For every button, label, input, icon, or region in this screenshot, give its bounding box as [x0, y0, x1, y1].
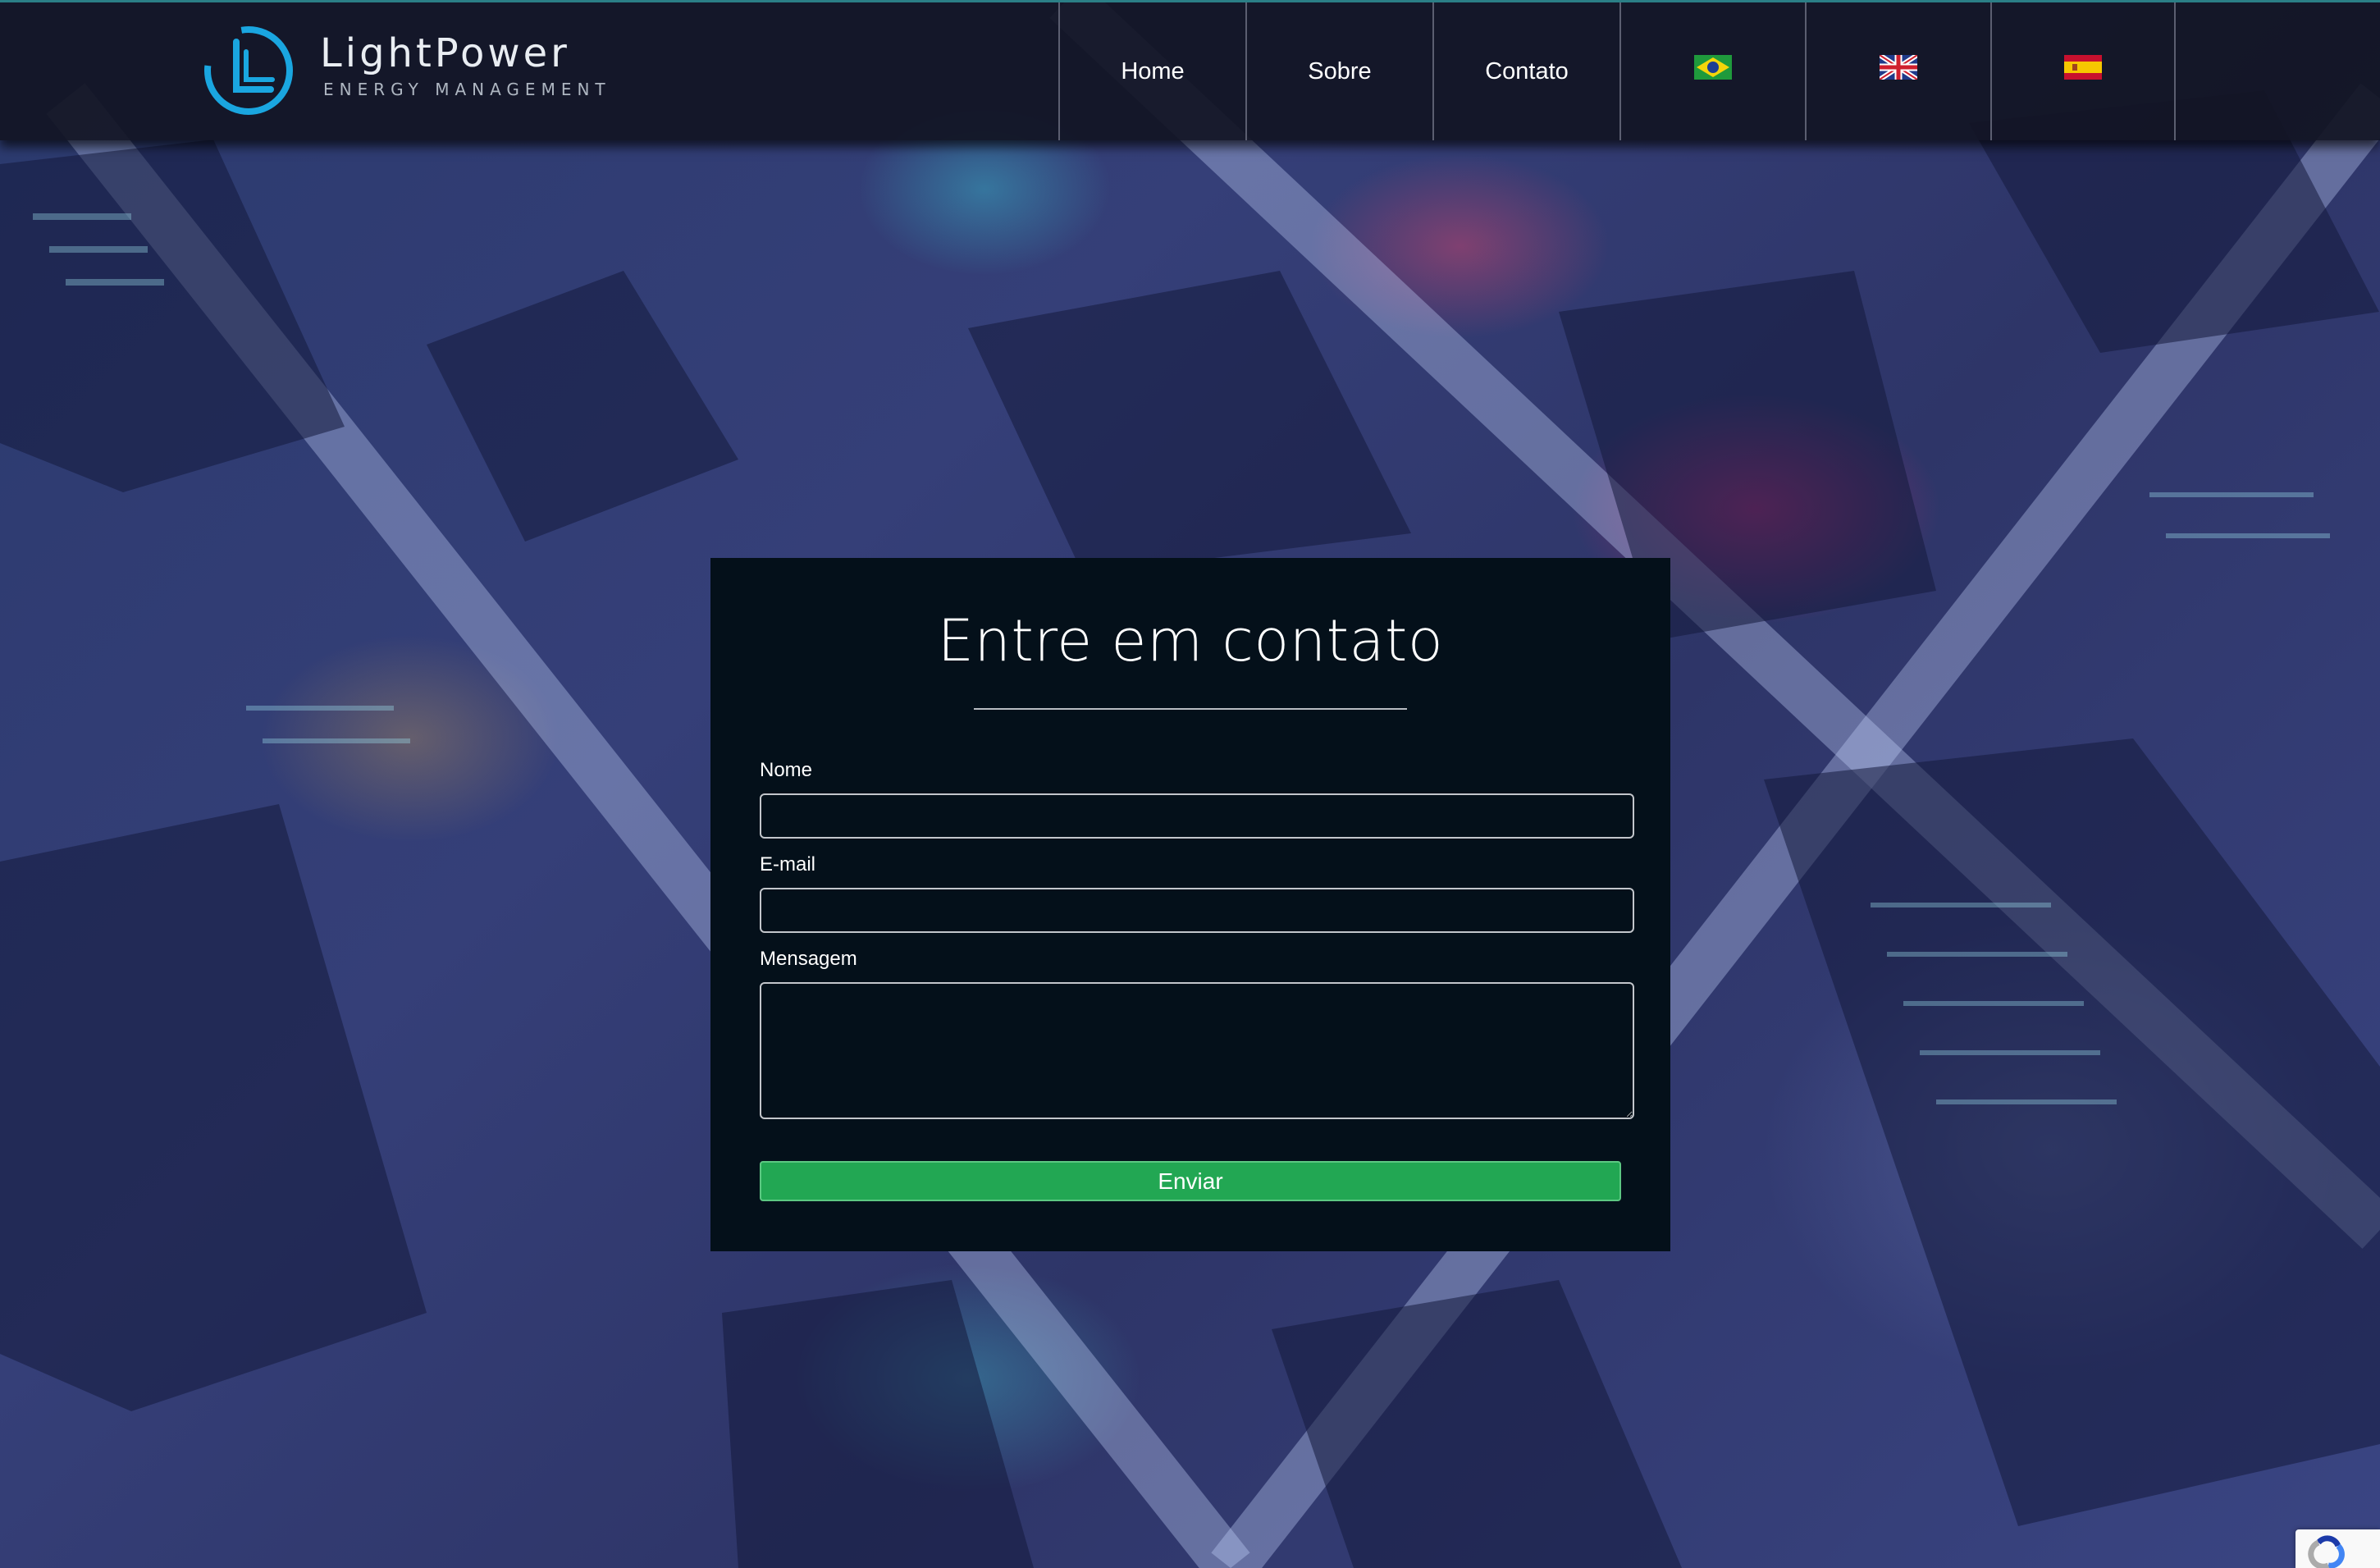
language-portuguese-link[interactable] [1619, 2, 1805, 140]
contact-form-title: Entre em contato [937, 607, 1444, 674]
brand-name: LightPower [320, 30, 570, 76]
nav-home-link[interactable]: Home [1058, 2, 1245, 140]
email-label: E-mail [760, 853, 816, 875]
brand-logo[interactable]: LightPower ENERGY MANAGEMENT [203, 25, 696, 117]
contact-form-card: Entre em contato Nome E-mail Mensagem En… [710, 558, 1670, 1251]
nav-contato-link[interactable]: Contato [1432, 2, 1619, 140]
main-navigation: Home Sobre Contato [1058, 2, 2176, 140]
title-divider [974, 708, 1407, 710]
brand-tagline: ENERGY MANAGEMENT [323, 80, 611, 99]
lightpower-logo-icon [204, 26, 293, 115]
brazil-flag-icon [1694, 55, 1732, 80]
message-label: Mensagem [760, 948, 857, 970]
message-textarea[interactable] [760, 982, 1634, 1119]
submit-button[interactable]: Enviar [760, 1161, 1621, 1201]
language-spanish-link[interactable] [1990, 2, 2176, 140]
email-input[interactable] [760, 888, 1634, 933]
language-english-link[interactable] [1805, 2, 1990, 140]
recaptcha-icon [2308, 1535, 2345, 1568]
recaptcha-badge[interactable] [2295, 1529, 2380, 1568]
uk-flag-icon [1880, 55, 1917, 80]
spain-flag-icon [2064, 55, 2102, 80]
name-label: Nome [760, 759, 813, 781]
site-header: LightPower ENERGY MANAGEMENT Home Sobre … [0, 0, 2380, 140]
name-input[interactable] [760, 793, 1634, 839]
nav-sobre-link[interactable]: Sobre [1245, 2, 1432, 140]
